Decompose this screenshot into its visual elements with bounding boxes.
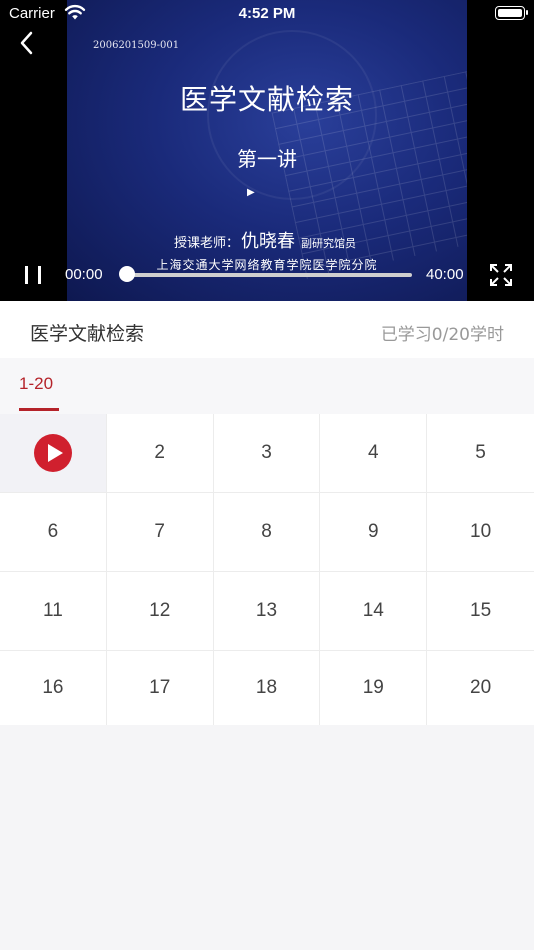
episode-item[interactable]: 14 [320,572,428,651]
slide-teacher: 授课老师： 仇晓春 副研究馆员 [174,227,356,253]
episode-label: 14 [362,600,384,621]
episode-item[interactable]: 10 [427,493,534,572]
player-controls: 00:00 40:00 [0,255,534,295]
episode-label: 17 [149,677,171,698]
episode-item[interactable]: 9 [320,493,428,572]
slide-subtitle: 第一讲 [237,147,297,171]
course-progress: 已学习0/20学时 [380,325,504,345]
episode-item[interactable]: 5 [427,414,534,493]
current-time: 00:00 [65,266,103,283]
episode-item[interactable]: 7 [106,493,214,572]
episode-item[interactable]: 19 [320,651,428,725]
fullscreen-button[interactable] [489,263,513,287]
episode-label: 5 [475,442,486,463]
episode-item[interactable]: 4 [320,414,428,493]
slide-code: 2006201509-001 [93,40,180,51]
episode-label: 3 [261,442,272,463]
teacher-prefix: 授课老师： [174,236,240,251]
back-button[interactable] [14,28,42,58]
course-header: 医学文献检索 已学习0/20学时 [0,301,534,358]
episode-item[interactable]: 15 [427,572,534,651]
episode-grid: 2 3 4 5 6 7 8 9 10 11 12 13 14 15 16 17 18 19 20 [0,414,534,725]
episode-item[interactable]: 2 [106,414,214,493]
episode-item[interactable]: 13 [213,572,321,651]
episode-item[interactable]: 8 [213,493,321,572]
episode-playing[interactable] [0,414,107,493]
episode-label: 2 [154,442,165,463]
status-bar: Carrier 4:52 PM [0,0,534,28]
episode-label: 9 [368,521,379,542]
total-time: 40:00 [426,266,464,283]
episode-label: 20 [470,677,492,698]
course-title: 医学文献检索 [30,323,145,345]
mouse-cursor-icon: ▶ [247,187,255,198]
episode-label: 19 [362,677,384,698]
episode-label: 7 [154,521,165,542]
fullscreen-icon [490,264,512,286]
slide-title: 医学文献检索 [179,83,354,116]
episode-item[interactable]: 3 [213,414,321,493]
pause-button[interactable] [22,264,44,286]
episode-label: 12 [149,600,171,621]
video-player[interactable]: 2006201509-001 医学文献检索 第一讲 ▶ 授课老师： 仇晓春 副研究馆… [0,0,534,301]
teacher-rank: 副研究馆员 [301,237,357,250]
episode-tabs: 1-20 [0,358,534,414]
seek-bar[interactable] [126,273,412,277]
episode-item[interactable]: 6 [0,493,107,572]
teacher-name: 仇晓春 [241,231,296,252]
episode-label: 16 [42,677,64,698]
episode-item[interactable]: 16 [0,651,107,725]
episode-label: 4 [368,442,379,463]
back-icon [20,31,33,55]
episode-label: 13 [255,600,278,621]
episode-item[interactable]: 11 [0,572,107,651]
episode-label: 18 [255,677,278,698]
episode-item[interactable]: 20 [427,651,534,725]
pause-icon [25,266,28,284]
pause-icon [38,266,41,284]
tab-active-indicator [19,408,59,411]
tab-1-20[interactable]: 1-20 [19,374,53,394]
episode-item[interactable]: 17 [107,651,214,725]
episode-label: 15 [470,600,492,621]
episode-label: 6 [47,521,59,542]
episode-label: 11 [43,600,63,621]
episode-item[interactable]: 12 [106,572,214,651]
clock: 4:52 PM [238,5,296,22]
episode-label: 10 [470,521,492,542]
play-icon [33,434,72,472]
seek-thumb[interactable] [119,266,135,282]
episode-label: 8 [261,521,272,542]
battery-icon [495,6,528,20]
episode-item[interactable]: 18 [214,651,321,725]
